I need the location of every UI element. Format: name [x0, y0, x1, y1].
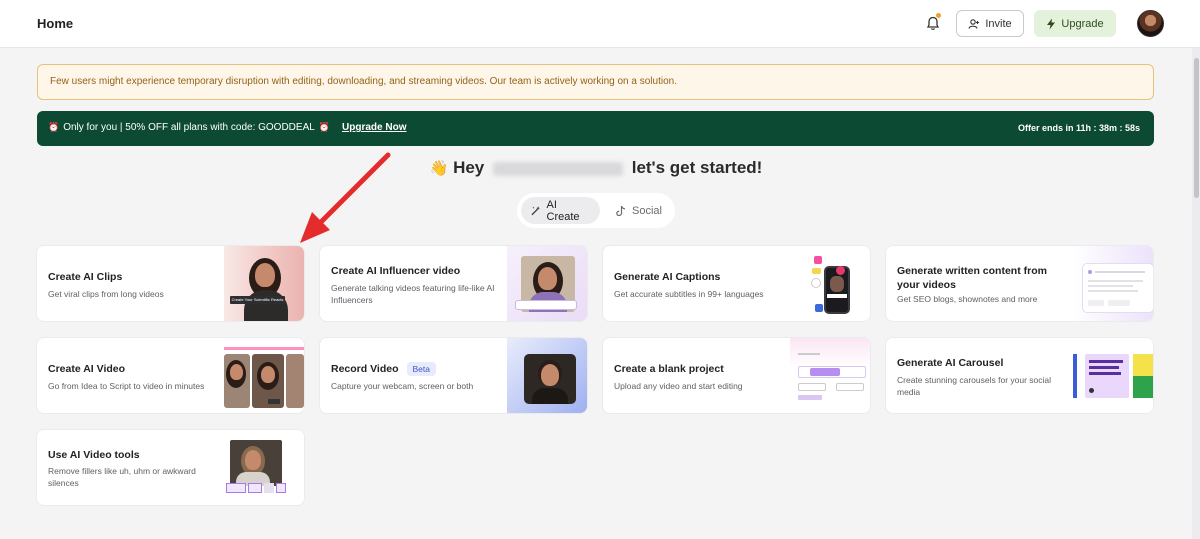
- tiktok-icon: [616, 205, 626, 216]
- waving-hand-icon: 👋: [429, 160, 449, 177]
- card-title: Generate AI Captions: [614, 271, 721, 283]
- tab-ai-create[interactable]: AI Create: [521, 197, 600, 224]
- ai-video-thumbnail: [224, 338, 304, 413]
- written-content-thumbnail: [1073, 246, 1153, 321]
- ai-captions-thumbnail: [790, 246, 870, 321]
- card-description: Get SEO blogs, shownotes and more: [897, 294, 1038, 304]
- ai-carousel-thumbnail: [1073, 338, 1153, 413]
- invite-button[interactable]: Invite: [956, 10, 1024, 37]
- card-title: Generate written content from your video…: [897, 265, 1047, 291]
- card-description: Get viral clips from long videos: [48, 289, 164, 299]
- upgrade-button[interactable]: Upgrade: [1034, 10, 1116, 37]
- card-create-blank-project[interactable]: Create a blank project Upload any video …: [603, 338, 870, 413]
- blurred-username: [492, 161, 623, 176]
- create-mode-toggle: AI Create Social: [517, 193, 675, 228]
- greeting-heading: 👋 Hey let's get started!: [0, 158, 1192, 178]
- card-record-video[interactable]: Record Video Beta Capture your webcam, sc…: [320, 338, 587, 413]
- beta-badge: Beta: [406, 362, 436, 376]
- card-title: Generate AI Carousel: [897, 357, 1004, 369]
- card-create-ai-clips[interactable]: Create AI Clips Get viral clips from lon…: [37, 246, 304, 321]
- ai-clips-thumbnail: Create Your Scientific Reacts: [224, 246, 304, 321]
- card-title: Create AI Video: [48, 363, 126, 375]
- card-description: Generate talking videos featuring life-l…: [331, 283, 495, 305]
- card-description: Upload any video and start editing: [614, 381, 743, 391]
- alarm-clock-icon: ⏰: [48, 122, 60, 132]
- notice-text: Few users might experience temporary dis…: [50, 76, 677, 87]
- card-description: Get accurate subtitles in 99+ languages: [614, 289, 764, 299]
- card-title: Record Video Beta: [331, 362, 436, 376]
- scrollbar-thumb[interactable]: [1194, 58, 1199, 198]
- tab-ai-create-label: AI Create: [546, 198, 580, 223]
- card-title: Create a blank project: [614, 363, 724, 375]
- thumb-caption: Create Your Scientific Reacts: [230, 296, 285, 304]
- card-use-ai-video-tools[interactable]: Use AI Video tools Remove fillers like u…: [37, 430, 304, 505]
- card-title: Create AI Influencer video: [331, 265, 461, 277]
- greeting-rest: let's get started!: [631, 158, 763, 177]
- card-create-ai-influencer-video[interactable]: Create AI Influencer video Generate talk…: [320, 246, 587, 321]
- card-generate-ai-captions[interactable]: Generate AI Captions Get accurate subtit…: [603, 246, 870, 321]
- promo-banner: ⏰ Only for you | 50% OFF all plans with …: [37, 111, 1154, 146]
- card-title: Create AI Clips: [48, 271, 123, 283]
- blank-project-thumbnail: [790, 338, 870, 413]
- disruption-notice: Few users might experience temporary dis…: [37, 64, 1154, 100]
- ai-video-tools-thumbnail: [224, 430, 304, 505]
- offer-countdown: Offer ends in 11h : 38m : 58s: [1017, 123, 1140, 133]
- user-plus-icon: [968, 18, 980, 29]
- ai-influencer-thumbnail: [507, 246, 587, 321]
- card-generate-ai-carousel[interactable]: Generate AI Carousel Create stunning car…: [886, 338, 1153, 413]
- red-arrow-annotation: [300, 152, 391, 243]
- card-description: Remove fillers like uh, uhm or awkward s…: [48, 466, 196, 488]
- notification-dot: [936, 13, 941, 18]
- magic-wand-icon: [531, 205, 541, 215]
- tab-social[interactable]: Social: [606, 197, 672, 224]
- card-title-text: Record Video: [331, 363, 399, 375]
- card-title: Use AI Video tools: [48, 449, 140, 461]
- page-title: Home: [37, 16, 74, 31]
- greeting-hey: Hey: [453, 158, 485, 177]
- upgrade-now-link[interactable]: Upgrade Now: [342, 122, 406, 133]
- tab-social-label: Social: [632, 204, 662, 217]
- top-header: Home Invite Upgrade: [0, 0, 1200, 48]
- avatar[interactable]: [1137, 10, 1164, 37]
- card-description: Create stunning carousels for your socia…: [897, 375, 1052, 397]
- card-description: Go from Idea to Script to video in minut…: [48, 381, 205, 391]
- card-generate-written-content[interactable]: Generate written content from your video…: [886, 246, 1153, 321]
- invite-label: Invite: [985, 17, 1012, 30]
- upgrade-label: Upgrade: [1061, 17, 1104, 30]
- bolt-icon: [1047, 18, 1056, 29]
- card-description: Capture your webcam, screen or both: [331, 381, 474, 391]
- record-video-thumbnail: [507, 338, 587, 413]
- alarm-clock-icon: ⏰: [318, 122, 331, 132]
- card-create-ai-video[interactable]: Create AI Video Go from Idea to Script t…: [37, 338, 304, 413]
- promo-text: Only for you | 50% OFF all plans with co…: [63, 122, 315, 133]
